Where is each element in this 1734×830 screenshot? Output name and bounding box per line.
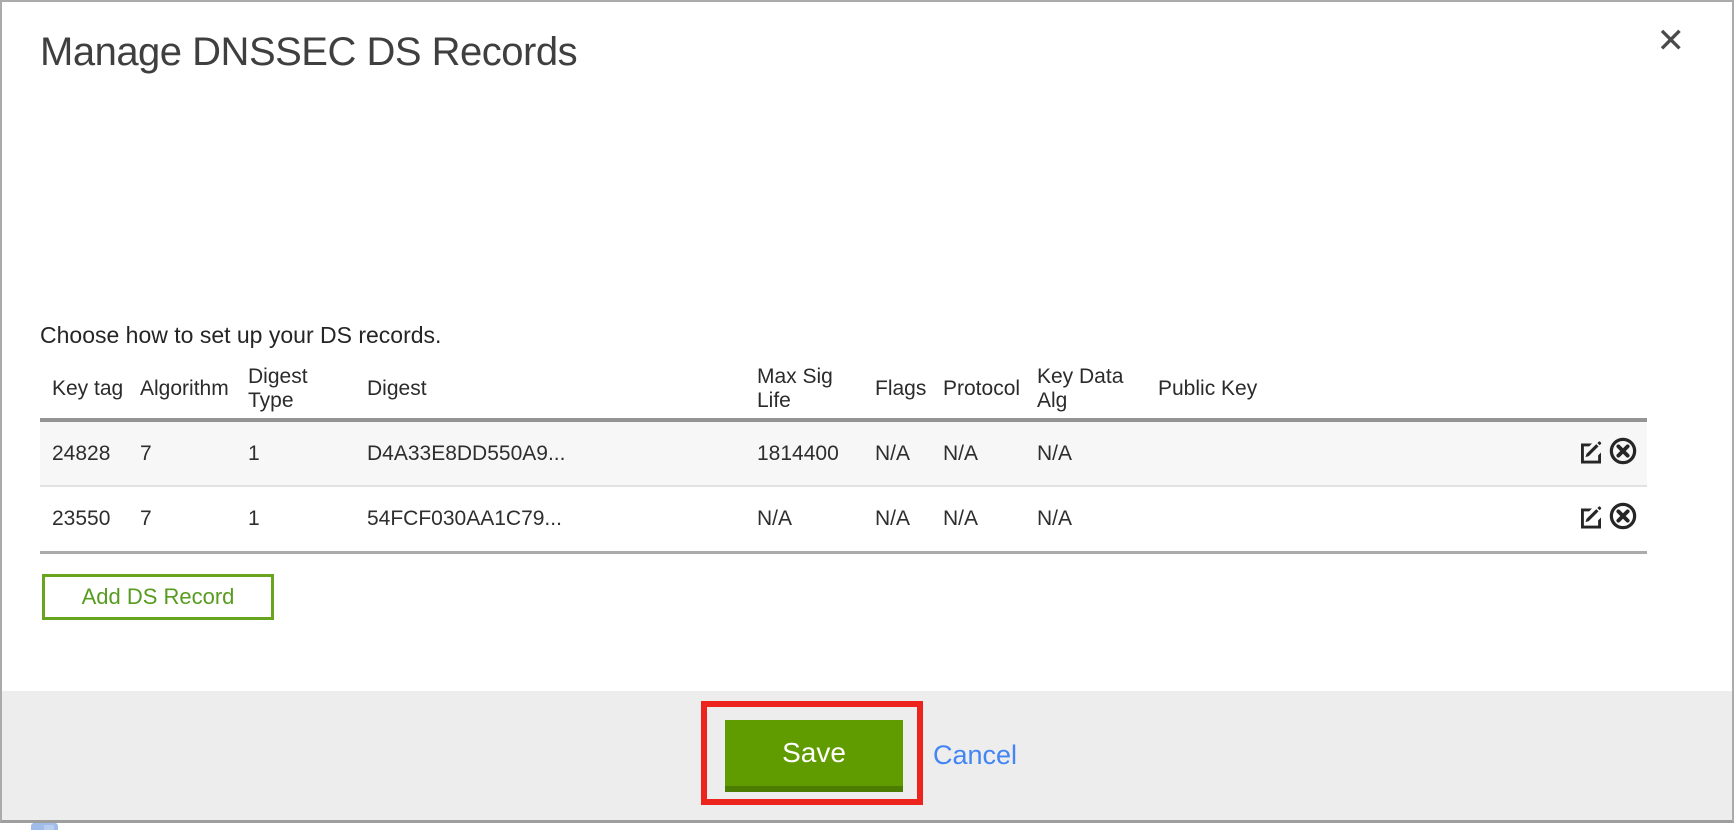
cell-digest-type: 1 — [236, 486, 355, 552]
cell-key-tag: 24828 — [40, 420, 128, 486]
cell-protocol: N/A — [931, 420, 1025, 486]
ds-records-table: Key tag Algorithm Digest Type Digest Max… — [40, 360, 1647, 554]
edit-icon[interactable] — [1576, 436, 1606, 472]
page-behind-fragment — [44, 825, 54, 830]
dnssec-modal: Manage DNSSEC DS Records ✕ Choose how to… — [0, 0, 1734, 823]
cell-key-tag: 23550 — [40, 486, 128, 552]
col-header-algorithm: Algorithm — [128, 360, 236, 420]
col-header-actions — [1564, 360, 1647, 420]
row-actions — [1564, 486, 1647, 552]
row-actions — [1564, 420, 1647, 486]
col-header-flags: Flags — [863, 360, 931, 420]
redacted-domain-name — [40, 253, 436, 294]
cell-key-data-alg: N/A — [1025, 420, 1146, 486]
col-header-digest-type: Digest Type — [236, 360, 355, 420]
delete-circle-icon[interactable] — [1608, 436, 1638, 472]
cell-public-key — [1146, 486, 1564, 552]
subtitle-text: Choose how to set up your DS records. — [40, 322, 441, 349]
cancel-link[interactable]: Cancel — [933, 740, 1017, 771]
modal-footer: Save Cancel — [2, 691, 1732, 820]
close-icon[interactable]: ✕ — [1657, 24, 1686, 58]
cell-algorithm: 7 — [128, 486, 236, 552]
col-header-protocol: Protocol — [931, 360, 1025, 420]
cell-digest: D4A33E8DD550A9... — [355, 420, 745, 486]
table-row: 23550 7 1 54FCF030AA1C79... N/A N/A N/A … — [40, 486, 1647, 552]
col-header-max-sig-life: Max Sig Life — [745, 360, 863, 420]
col-header-public-key: Public Key — [1146, 360, 1564, 420]
table-header-row: Key tag Algorithm Digest Type Digest Max… — [40, 360, 1647, 420]
cell-flags: N/A — [863, 486, 931, 552]
cell-max-sig-life: N/A — [745, 486, 863, 552]
cell-key-data-alg: N/A — [1025, 486, 1146, 552]
delete-circle-icon[interactable] — [1608, 501, 1638, 537]
col-header-digest: Digest — [355, 360, 745, 420]
col-header-key-tag: Key tag — [40, 360, 128, 420]
add-ds-record-button[interactable]: Add DS Record — [42, 574, 274, 620]
cell-public-key — [1146, 420, 1564, 486]
cell-digest-type: 1 — [236, 420, 355, 486]
cell-max-sig-life: 1814400 — [745, 420, 863, 486]
cell-flags: N/A — [863, 420, 931, 486]
table-row: 24828 7 1 D4A33E8DD550A9... 1814400 N/A … — [40, 420, 1647, 486]
cell-digest: 54FCF030AA1C79... — [355, 486, 745, 552]
page-title: Manage DNSSEC DS Records — [40, 30, 577, 75]
cell-algorithm: 7 — [128, 420, 236, 486]
col-header-key-data-alg: Key Data Alg — [1025, 360, 1146, 420]
save-button[interactable]: Save — [725, 720, 903, 792]
cell-protocol: N/A — [931, 486, 1025, 552]
edit-icon[interactable] — [1576, 501, 1606, 537]
